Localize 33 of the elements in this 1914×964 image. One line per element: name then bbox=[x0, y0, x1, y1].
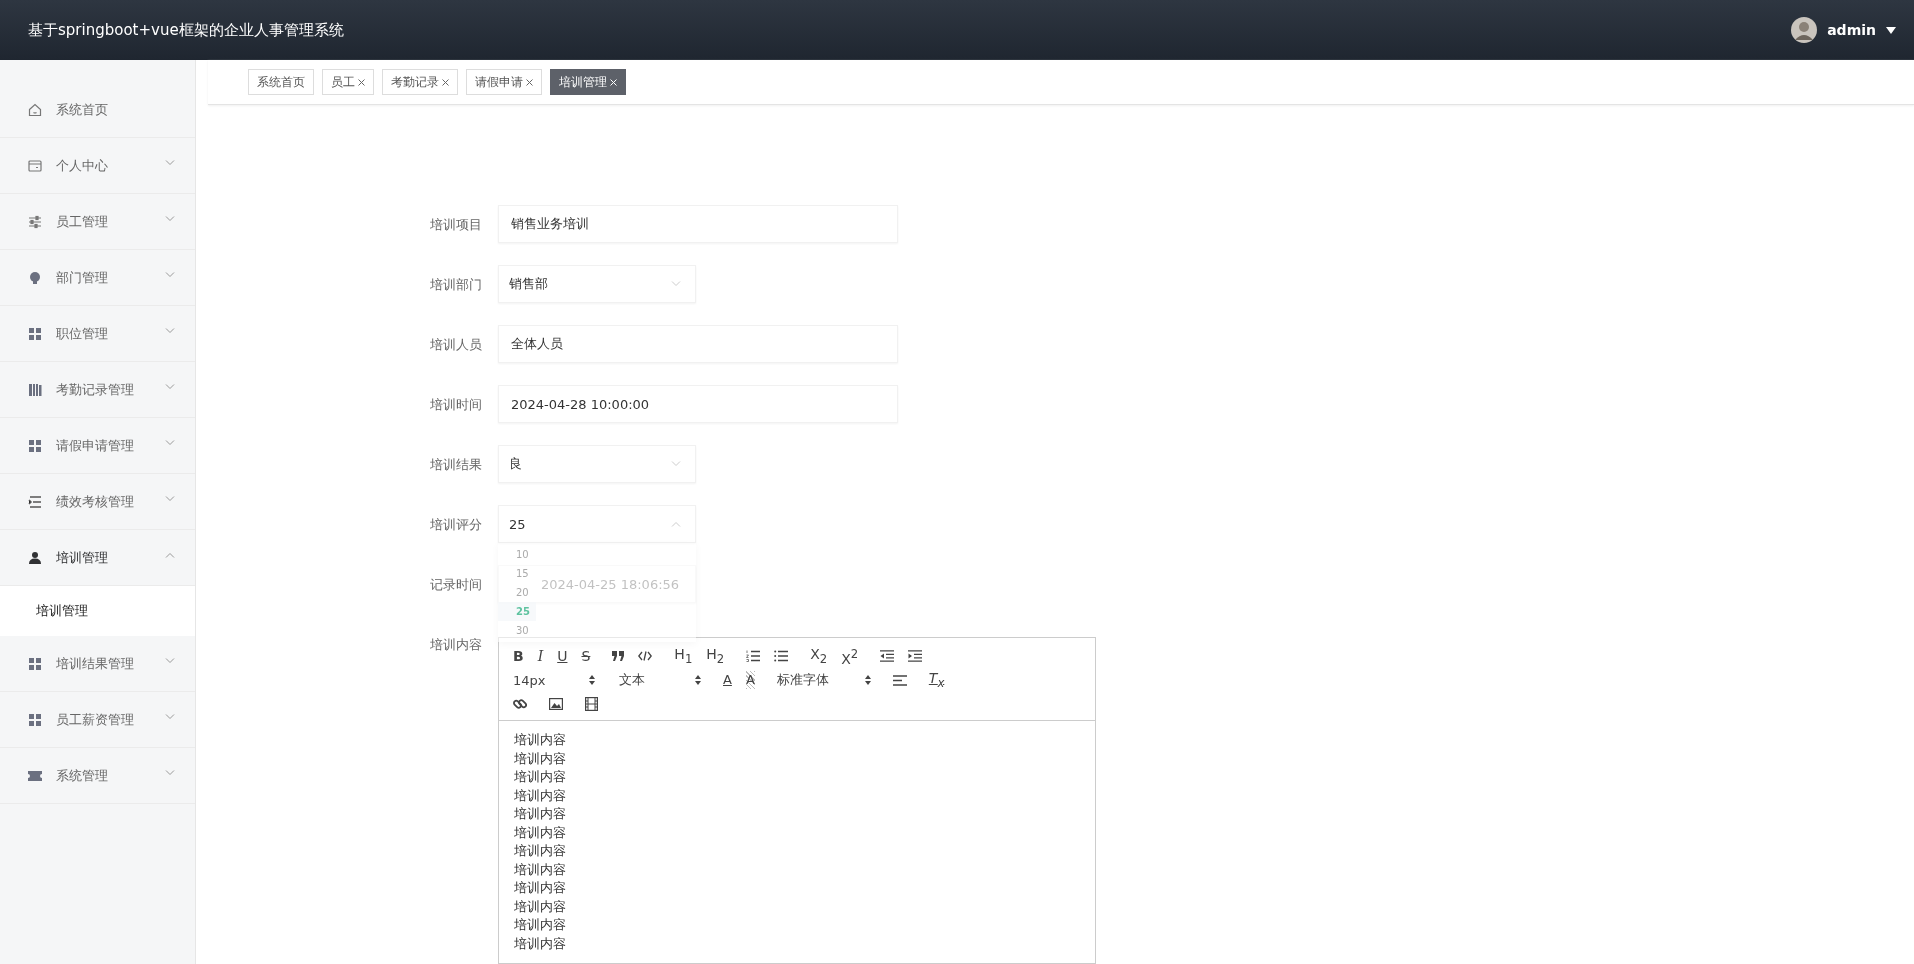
sidebar-label: 员工薪资管理 bbox=[56, 710, 135, 729]
editor-text-line: 培训内容 bbox=[514, 842, 567, 860]
app-title: 基于springboot+vue框架的企业人事管理系统 bbox=[28, 20, 344, 40]
field-label: 培训项目 bbox=[430, 216, 483, 234]
field-label: 培训部门 bbox=[430, 276, 483, 294]
sidebar-label: 系统首页 bbox=[56, 100, 109, 119]
field-label: 培训时间 bbox=[430, 396, 483, 414]
field-label: 培训结果 bbox=[430, 456, 483, 474]
sidebar-label: 请假申请管理 bbox=[56, 436, 135, 455]
field-label: 记录时间 bbox=[430, 576, 483, 594]
editor-text-line: 培训内容 bbox=[514, 749, 567, 768]
sidebar-label: 绩效考核管理 bbox=[56, 492, 135, 511]
editor-text-line: 培训内容 bbox=[514, 934, 567, 953]
field-label: 培训内容 bbox=[430, 636, 483, 654]
field-label: 培训评分 bbox=[430, 516, 483, 534]
sidebar-label: 个人中心 bbox=[56, 156, 109, 175]
sidebar-label: 系统管理 bbox=[56, 766, 109, 785]
sidebar-label: 培训结果管理 bbox=[56, 654, 135, 673]
sidebar-label: 部门管理 bbox=[56, 268, 109, 287]
editor-text-line: 培训内容 bbox=[514, 731, 567, 749]
editor-text-line: 培训内容 bbox=[514, 916, 567, 934]
sidebar-label: 员工管理 bbox=[56, 212, 109, 231]
editor-text-line: 培训内容 bbox=[514, 768, 567, 786]
editor-text-line: 培训内容 bbox=[514, 823, 567, 842]
editor-text-line: 培训内容 bbox=[514, 860, 567, 879]
editor-text-line: 培训内容 bbox=[514, 879, 567, 897]
sidebar-label: 考勤记录管理 bbox=[56, 380, 135, 399]
editor-text-line: 培训内容 bbox=[514, 786, 567, 805]
editor-text-line: 培训内容 bbox=[514, 897, 567, 916]
sidebar-label: 职位管理 bbox=[56, 324, 109, 343]
sidebar-label: 培训管理 bbox=[56, 548, 109, 567]
editor-text-line: 培训内容 bbox=[514, 805, 567, 823]
field-label: 培训人员 bbox=[430, 336, 483, 354]
